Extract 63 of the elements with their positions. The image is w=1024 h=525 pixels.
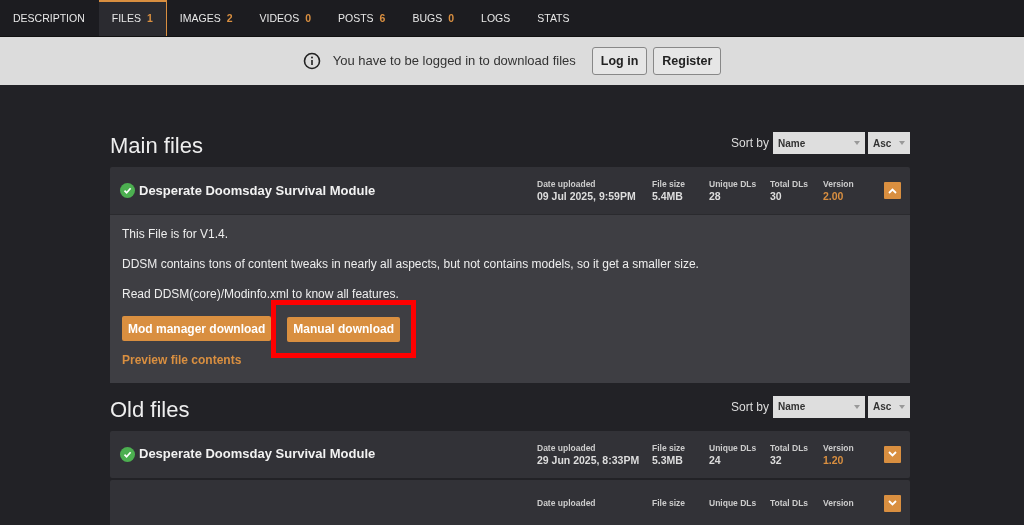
stat-label: Version: [823, 441, 855, 454]
tab[interactable]: BUGS 0: [399, 0, 469, 36]
chevron-down-icon: [888, 451, 897, 457]
caret-icon: [899, 404, 905, 409]
sort-label: Sort by: [731, 398, 769, 416]
check-icon: [120, 183, 135, 198]
sort-dropdown[interactable]: Name: [773, 132, 865, 154]
auth-button[interactable]: Register: [653, 47, 722, 75]
expand-button[interactable]: [884, 494, 901, 512]
stat-label: Date uploaded: [537, 441, 597, 454]
caret-icon: [899, 141, 905, 145]
tab[interactable]: STATS: [524, 0, 584, 36]
stat-value: 09 Jul 2025, 9:59PM: [537, 190, 637, 203]
collapse-button[interactable]: [884, 182, 901, 199]
login-notice: You have to be logged in to download files: [332, 52, 576, 71]
stat-value: 28: [709, 190, 722, 203]
expand-button[interactable]: [884, 445, 901, 463]
stat-label: Total DLs: [770, 441, 810, 454]
section-heading: Main files: [110, 135, 203, 157]
stat-label: File size: [652, 178, 687, 190]
stat-label: Unique DLs: [709, 441, 758, 454]
file-name: Desperate Doomsday Survival Module: [139, 181, 376, 200]
stat-value: 2.00: [823, 190, 845, 203]
chevron-up-icon: [888, 187, 897, 194]
stat-value: 32: [770, 453, 783, 467]
tab[interactable]: IMAGES 2: [166, 0, 247, 36]
stat-value: 5.4MB: [652, 190, 684, 203]
stat-label: Date uploaded: [537, 497, 597, 509]
stat-label: Unique DLs: [709, 178, 758, 190]
description-text: This File is for V1.4.: [122, 226, 230, 242]
sort-dropdown[interactable]: Asc: [868, 395, 910, 418]
stat-label: Version: [823, 497, 855, 509]
stat-label: Total DLs: [770, 497, 810, 509]
stat-value: 1.20: [823, 453, 845, 467]
sort-dropdown[interactable]: Asc: [868, 132, 910, 154]
tab[interactable]: POSTS 6: [325, 0, 400, 36]
stat-label: Total DLs: [770, 178, 810, 190]
caret-icon: [854, 404, 860, 409]
file-name: Desperate Doomsday Survival Module: [139, 445, 376, 464]
tab[interactable]: DESCRIPTION: [0, 0, 99, 36]
stat-label: File size: [652, 441, 687, 454]
stat-value: 5.3MB: [652, 453, 684, 467]
chevron-down-icon: [888, 500, 897, 506]
sort-dropdown[interactable]: Name: [773, 395, 865, 418]
sort-label: Sort by: [731, 135, 769, 152]
info-icon: [302, 52, 321, 70]
tab[interactable]: LOGS: [468, 0, 525, 36]
stat-value: 30: [770, 190, 783, 203]
stat-value: 29 Jun 2025, 8:33PM: [537, 453, 641, 467]
stat-label: Version: [823, 178, 855, 190]
stat-label: Unique DLs: [709, 497, 758, 509]
auth-button[interactable]: Log in: [591, 47, 648, 75]
tab[interactable]: FILES 1: [98, 0, 167, 36]
stat-label: Date uploaded: [537, 178, 597, 190]
description-text: DDSM contains tons of content tweaks in nearly all aspects, but not contains models, so it get a smaller size.: [122, 256, 700, 272]
check-icon: [120, 446, 135, 462]
stat-label: File size: [652, 497, 687, 509]
preview-link[interactable]: Preview file contents: [122, 350, 242, 369]
section-heading: Old files: [110, 398, 190, 421]
description-text: Read DDSM(core)/Modinfo.xml to know all features.: [122, 286, 400, 302]
tab[interactable]: VIDEOS 0: [246, 0, 325, 36]
caret-icon: [854, 141, 860, 145]
stat-value: 24: [709, 453, 722, 467]
